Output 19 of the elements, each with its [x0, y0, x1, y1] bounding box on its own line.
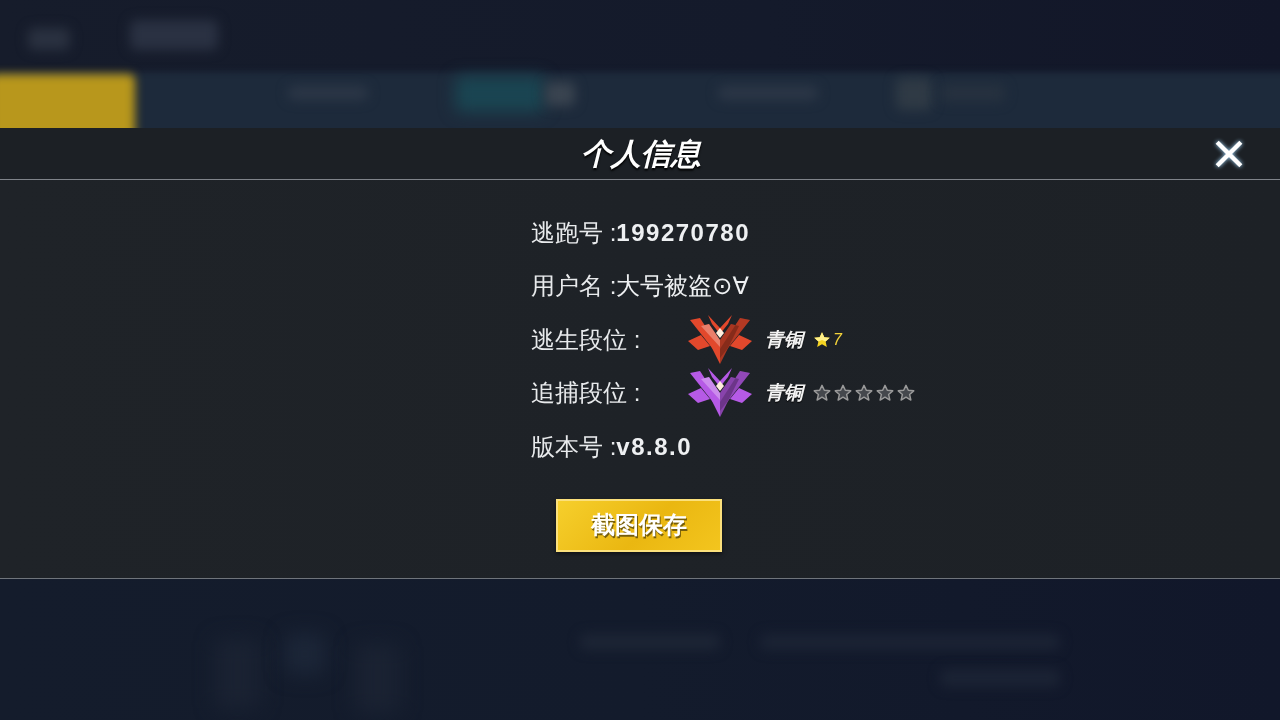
- star-icon: [876, 384, 894, 403]
- star-icon: [813, 384, 831, 403]
- dialog-title: 个人信息: [580, 135, 701, 172]
- star-icon: [855, 384, 873, 403]
- field-label: 逃跑号 :: [531, 217, 617, 248]
- field-label: 逃生段位 :: [531, 324, 642, 355]
- close-button[interactable]: [1214, 138, 1244, 169]
- field-label: 版本号 :: [531, 431, 617, 462]
- close-icon: [1214, 138, 1244, 169]
- field-value: v8.8.0: [616, 432, 693, 461]
- save-screenshot-button[interactable]: 截图保存: [555, 498, 722, 552]
- star-icon: [834, 384, 852, 403]
- field-value: 199270780: [616, 218, 750, 247]
- field-value: 大号被盗⊙∀: [616, 271, 749, 302]
- star-icon: [897, 384, 915, 403]
- star-icon: [813, 330, 831, 349]
- star-count: 7: [833, 330, 842, 349]
- field-label: 追捕段位 :: [531, 378, 642, 409]
- field-label: 用户名 :: [531, 271, 617, 302]
